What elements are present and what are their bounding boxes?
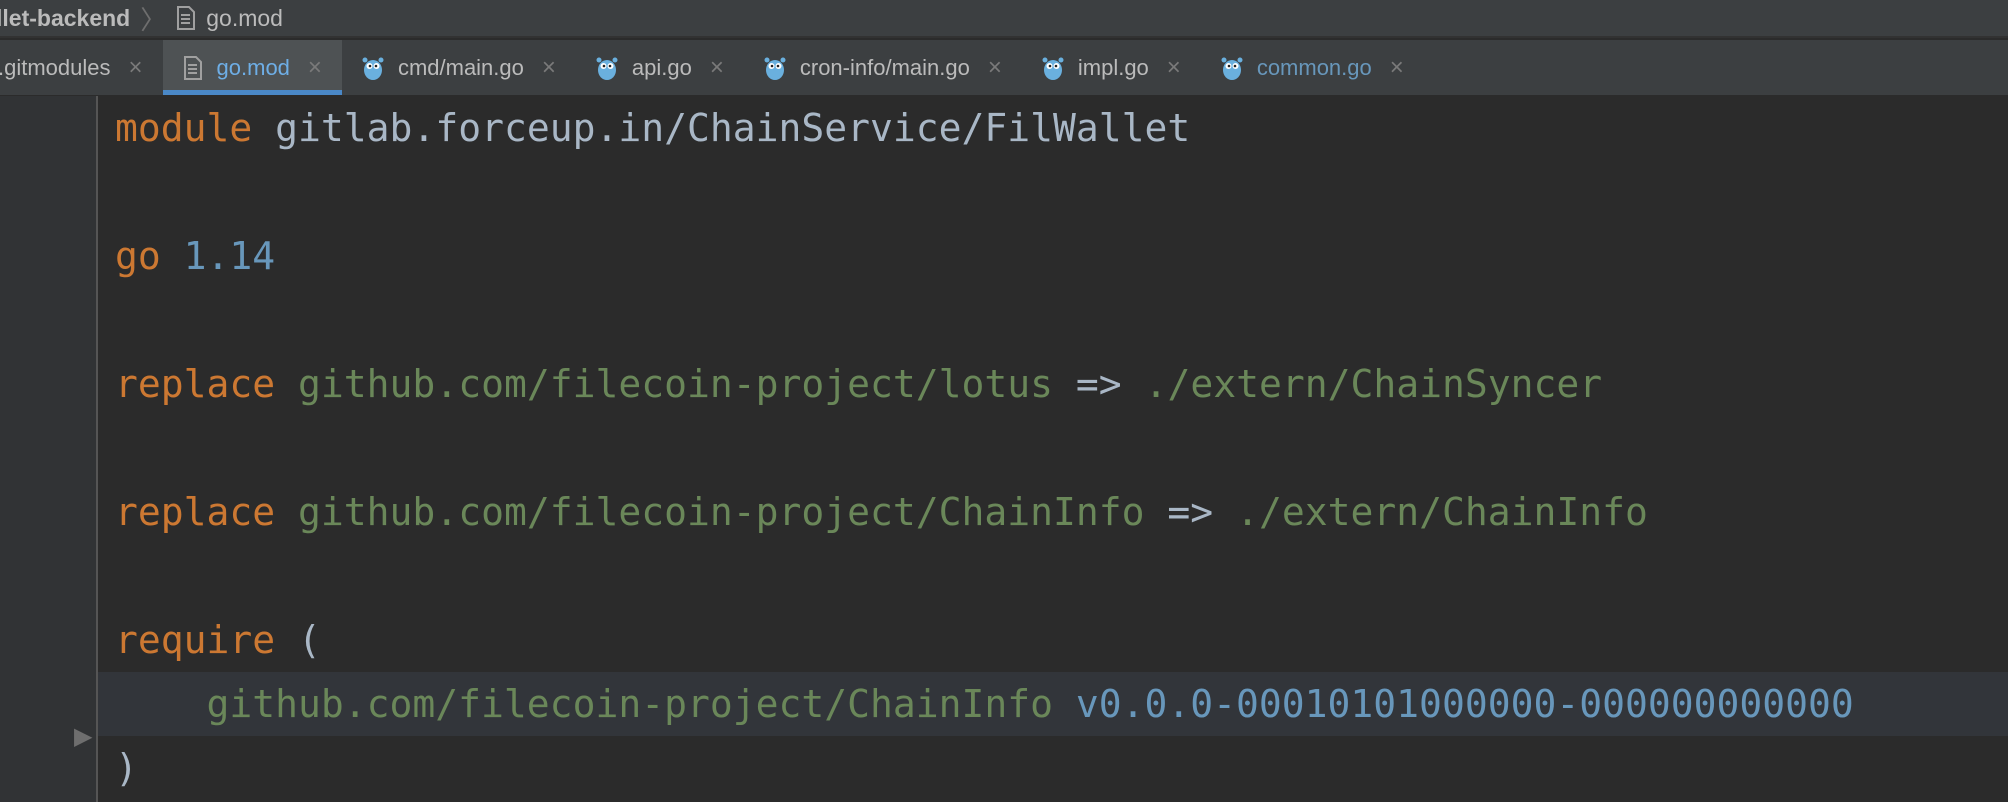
code-line-3[interactable]: go 1.14: [115, 224, 275, 288]
keyword: module: [115, 106, 253, 150]
close-icon[interactable]: ×: [1167, 54, 1181, 82]
replace-to: ./extern/ChainInfo: [1236, 490, 1648, 534]
code-line-10[interactable]: github.com/filecoin-project/ChainInfo v0…: [98, 672, 2008, 736]
keyword: replace: [115, 490, 276, 534]
gopher-icon: [764, 57, 786, 80]
tab-label: api.go: [631, 54, 692, 80]
gopher-icon: [1221, 57, 1243, 80]
replace-to: ./extern/ChainSyncer: [1144, 362, 1603, 406]
arrow-operator: =>: [1167, 490, 1214, 534]
keyword: replace: [115, 362, 276, 406]
code-line-11[interactable]: ): [115, 736, 138, 800]
file-icon: [177, 6, 196, 30]
code-editor[interactable]: ▶ module gitlab.forceup.in/ChainService/…: [0, 96, 2008, 802]
tab-common-go[interactable]: common.go ×: [1201, 40, 1424, 95]
replace-from: github.com/filecoin-project/lotus: [298, 362, 1054, 406]
fold-arrow-icon[interactable]: ▶: [74, 722, 92, 751]
close-icon[interactable]: ×: [129, 54, 143, 82]
close-paren: ): [115, 746, 138, 790]
tab-impl-go[interactable]: impl.go ×: [1022, 40, 1201, 95]
code-line-7[interactable]: replace github.com/filecoin-project/Chai…: [115, 480, 1648, 544]
close-icon[interactable]: ×: [710, 54, 724, 82]
code-line-5[interactable]: replace github.com/filecoin-project/lotu…: [115, 352, 1602, 416]
require-version: v0.0.0-00010101000000-000000000000: [1075, 682, 1854, 726]
code-line-1[interactable]: module gitlab.forceup.in/ChainService/Fi…: [115, 96, 1190, 160]
gopher-icon: [1042, 57, 1064, 80]
tab-label: impl.go: [1077, 54, 1149, 80]
keyword: go: [115, 234, 161, 278]
arrow-operator: =>: [1075, 362, 1122, 406]
breadcrumb-file-label: go.mod: [206, 4, 283, 31]
breadcrumb-project[interactable]: llet-backend: [0, 5, 130, 32]
tab-label: common.go: [1256, 54, 1372, 80]
close-icon[interactable]: ×: [542, 54, 556, 82]
tab-cmd-main-go[interactable]: cmd/main.go ×: [342, 40, 576, 95]
code-line-9[interactable]: require (: [115, 608, 321, 672]
open-paren: (: [298, 618, 321, 662]
editor-gutter[interactable]: ▶: [0, 96, 98, 802]
keyword: require: [115, 618, 276, 662]
close-icon[interactable]: ×: [988, 54, 1002, 82]
tab-label: go.mod: [216, 54, 290, 80]
module-path: gitlab.forceup.in/ChainService/FilWallet: [275, 106, 1191, 150]
tab-label: cron-info/main.go: [799, 54, 970, 80]
tab-api-go[interactable]: api.go ×: [576, 40, 744, 95]
tab-label: .gitmodules: [0, 54, 111, 80]
breadcrumb-separator-icon: 〉: [140, 4, 167, 35]
close-icon[interactable]: ×: [308, 54, 322, 82]
gopher-icon: [596, 57, 618, 80]
tab-gitmodules[interactable]: .gitmodules ×: [0, 40, 163, 95]
tab-cron-info-main-go[interactable]: cron-info/main.go ×: [744, 40, 1022, 95]
replace-from: github.com/filecoin-project/ChainInfo: [298, 490, 1145, 534]
file-icon: [183, 55, 202, 80]
go-version: 1.14: [183, 234, 276, 278]
gopher-icon: [362, 57, 384, 80]
editor-tab-bar: .gitmodules × go.mod × cmd/main.go × api…: [0, 40, 2008, 96]
close-icon[interactable]: ×: [1390, 54, 1404, 82]
breadcrumb-file[interactable]: go.mod: [176, 5, 283, 32]
breadcrumb: llet-backend 〉 go.mod: [0, 0, 2008, 38]
tab-go-mod[interactable]: go.mod ×: [162, 40, 343, 95]
require-module: github.com/filecoin-project/ChainInfo: [206, 682, 1053, 726]
code-area[interactable]: module gitlab.forceup.in/ChainService/Fi…: [98, 96, 2008, 802]
tab-label: cmd/main.go: [397, 54, 524, 80]
